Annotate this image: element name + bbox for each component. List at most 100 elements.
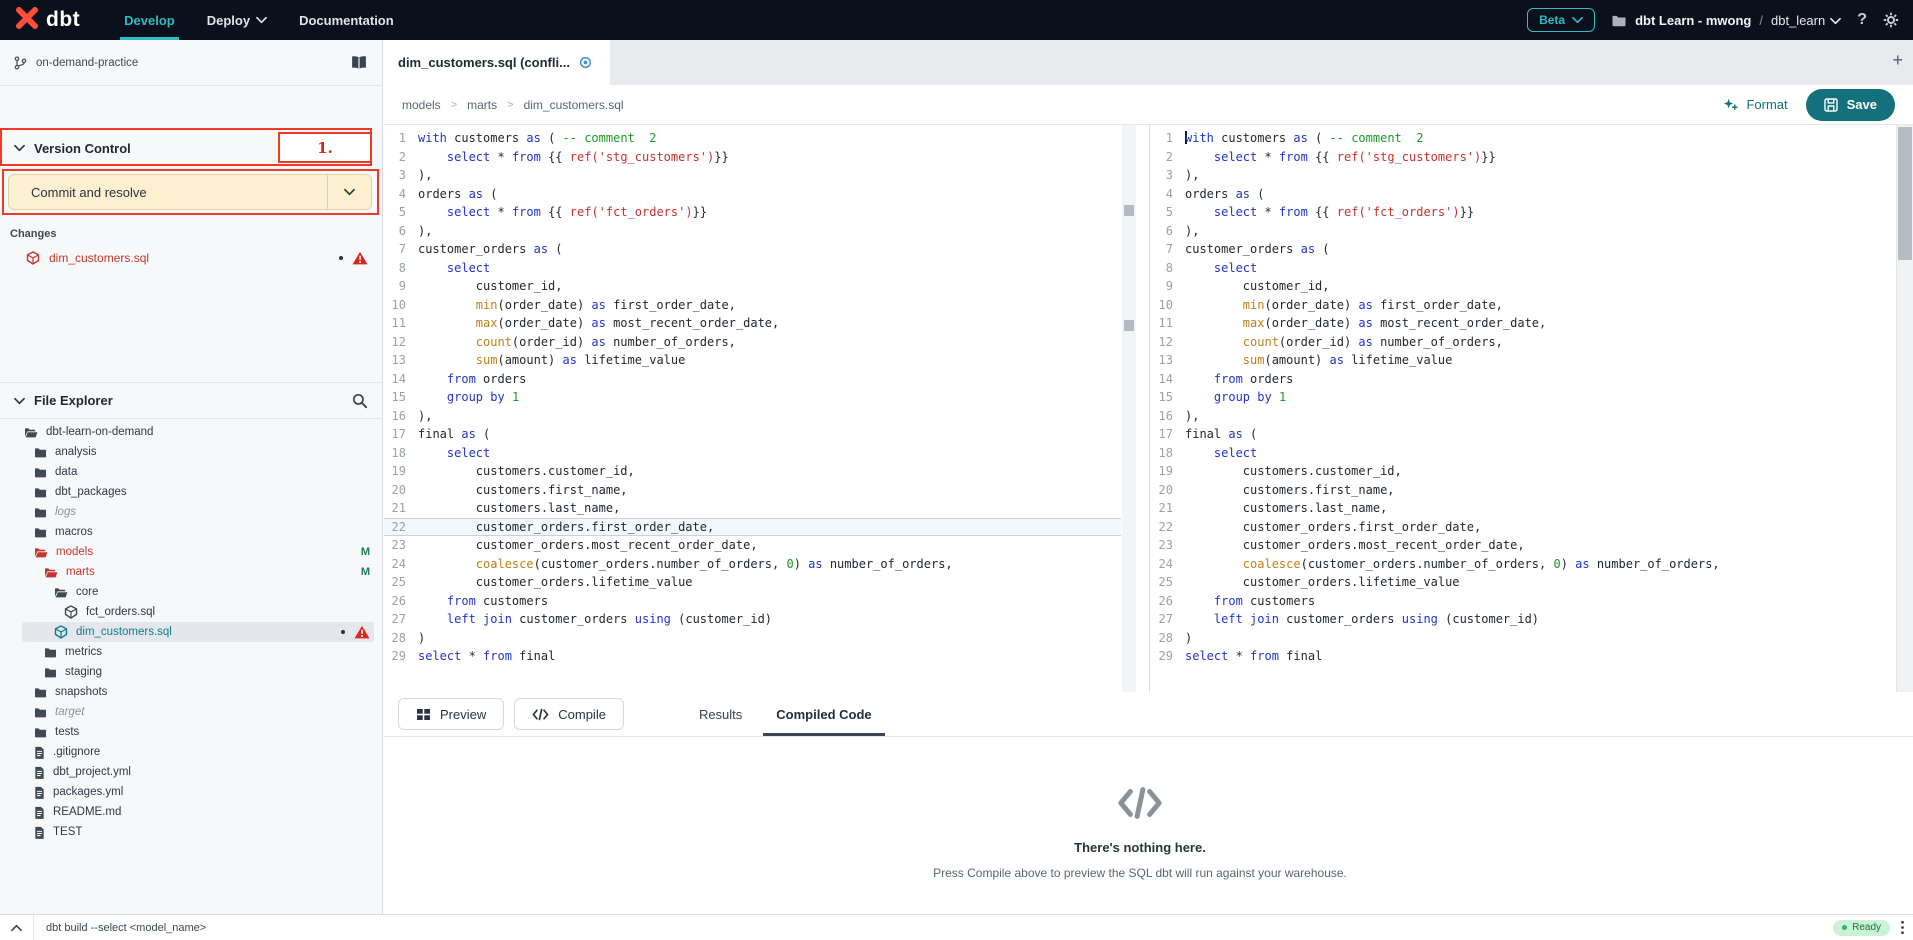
code-line[interactable]: 17final as ( xyxy=(1151,425,1896,444)
code-line[interactable]: 3), xyxy=(384,166,1121,185)
code-line[interactable]: 1with customers as ( -- comment 2 xyxy=(1151,129,1896,148)
code-line[interactable]: 19 customers.customer_id, xyxy=(384,462,1121,481)
branch-row[interactable]: on-demand-practice xyxy=(0,40,382,86)
code-line[interactable]: 20 customers.first_name, xyxy=(384,481,1121,500)
docs-book-icon[interactable] xyxy=(350,55,368,70)
code-line[interactable]: 4orders as ( xyxy=(1151,185,1896,204)
new-tab-button[interactable]: + xyxy=(1892,50,1903,71)
help-icon[interactable]: ? xyxy=(1857,11,1867,29)
file-tree-item-dbt-learn-on-demand[interactable]: dbt-learn-on-demand xyxy=(0,422,382,442)
breadcrumb-item-models[interactable]: models xyxy=(402,98,441,112)
code-line[interactable]: 21 customers.last_name, xyxy=(1151,499,1896,518)
breadcrumb-item-marts[interactable]: marts xyxy=(467,98,497,112)
gear-icon[interactable] xyxy=(1883,12,1899,28)
editor-annotation-strip[interactable] xyxy=(1122,125,1136,692)
code-line[interactable]: 5 select * from {{ ref('fct_orders')}} xyxy=(384,203,1121,222)
search-icon[interactable] xyxy=(352,393,368,409)
file-tree-item-macros[interactable]: macros xyxy=(0,522,382,542)
file-tree-item-dim_customers.sql[interactable]: dim_customers.sql xyxy=(0,622,382,642)
code-line[interactable]: 6), xyxy=(1151,222,1896,241)
editor-scrollbar[interactable] xyxy=(1896,125,1913,692)
tab-results[interactable]: Results xyxy=(682,692,759,736)
code-line[interactable]: 22 customer_orders.first_order_date, xyxy=(384,518,1121,537)
code-pane-right[interactable]: 1with customers as ( -- comment 22 selec… xyxy=(1151,125,1896,692)
nav-item-documentation[interactable]: Documentation xyxy=(283,0,410,40)
code-line[interactable]: 8 select xyxy=(384,259,1121,278)
code-line[interactable]: 20 customers.first_name, xyxy=(1151,481,1896,500)
code-line[interactable]: 10 min(order_date) as first_order_date, xyxy=(1151,296,1896,315)
code-line[interactable]: 19 customers.customer_id, xyxy=(1151,462,1896,481)
code-line[interactable]: 9 customer_id, xyxy=(384,277,1121,296)
code-line[interactable]: 18 select xyxy=(1151,444,1896,463)
code-line[interactable]: 2 select * from {{ ref('stg_customers')}… xyxy=(384,148,1121,167)
save-button[interactable]: Save xyxy=(1806,89,1895,121)
code-line[interactable]: 4orders as ( xyxy=(384,185,1121,204)
code-line[interactable]: 28) xyxy=(1151,629,1896,648)
beta-dropdown[interactable]: Beta xyxy=(1527,8,1595,32)
commit-and-resolve-button[interactable]: Commit and resolve xyxy=(8,174,372,210)
dbt-logo[interactable]: dbt xyxy=(14,5,80,36)
command-input[interactable]: dbt build --select <model_name> xyxy=(46,922,206,934)
code-line[interactable]: 25 customer_orders.lifetime_value xyxy=(1151,573,1896,592)
file-tree-item-data[interactable]: data xyxy=(0,462,382,482)
file-tree-item-marts[interactable]: martsM xyxy=(0,562,382,582)
code-line[interactable]: 1with customers as ( -- comment 2 xyxy=(384,129,1121,148)
code-line[interactable]: 13 sum(amount) as lifetime_value xyxy=(1151,351,1896,370)
code-line[interactable]: 6), xyxy=(384,222,1121,241)
code-line[interactable]: 24 coalesce(customer_orders.number_of_or… xyxy=(1151,555,1896,574)
code-line[interactable]: 13 sum(amount) as lifetime_value xyxy=(384,351,1121,370)
code-line[interactable]: 29select * from final xyxy=(384,647,1121,666)
code-line[interactable]: 3), xyxy=(1151,166,1896,185)
code-line[interactable]: 11 max(order_date) as most_recent_order_… xyxy=(1151,314,1896,333)
code-line[interactable]: 16), xyxy=(1151,407,1896,426)
file-tree-item-fct_orders.sql[interactable]: fct_orders.sql xyxy=(0,602,382,622)
compile-button[interactable]: Compile xyxy=(514,698,624,730)
code-line[interactable]: 26 from customers xyxy=(384,592,1121,611)
code-line[interactable]: 23 customer_orders.most_recent_order_dat… xyxy=(1151,536,1896,555)
code-line[interactable]: 21 customers.last_name, xyxy=(384,499,1121,518)
file-tree-item-snapshots[interactable]: snapshots xyxy=(0,682,382,702)
nav-item-deploy[interactable]: Deploy xyxy=(191,0,283,40)
project-dropdown[interactable]: dbt_learn xyxy=(1771,13,1841,28)
file-tree-item-README.md[interactable]: README.md xyxy=(0,802,382,822)
commit-options-dropdown[interactable] xyxy=(327,175,371,209)
code-line[interactable]: 16), xyxy=(384,407,1121,426)
code-line[interactable]: 26 from customers xyxy=(1151,592,1896,611)
file-tree-item-target[interactable]: target xyxy=(0,702,382,722)
file-tree-item-dbt_packages[interactable]: dbt_packages xyxy=(0,482,382,502)
code-line[interactable]: 11 max(order_date) as most_recent_order_… xyxy=(384,314,1121,333)
code-line[interactable]: 10 min(order_date) as first_order_date, xyxy=(384,296,1121,315)
file-tree-item-metrics[interactable]: metrics xyxy=(0,642,382,662)
code-line[interactable]: 28) xyxy=(384,629,1121,648)
code-line[interactable]: 24 coalesce(customer_orders.number_of_or… xyxy=(384,555,1121,574)
code-line[interactable]: 23 customer_orders.most_recent_order_dat… xyxy=(384,536,1121,555)
code-line[interactable]: 7customer_orders as ( xyxy=(1151,240,1896,259)
file-tree-item-logs[interactable]: logs xyxy=(0,502,382,522)
code-line[interactable]: 8 select xyxy=(1151,259,1896,278)
code-line[interactable]: 27 left join customer_orders using (cust… xyxy=(1151,610,1896,629)
code-line[interactable]: 14 from orders xyxy=(1151,370,1896,389)
file-tree-item-analysis[interactable]: analysis xyxy=(0,442,382,462)
code-line[interactable]: 18 select xyxy=(384,444,1121,463)
kebab-menu-icon[interactable] xyxy=(1900,920,1905,935)
code-line[interactable]: 22 customer_orders.first_order_date, xyxy=(1151,518,1896,537)
code-line[interactable]: 12 count(order_id) as number_of_orders, xyxy=(384,333,1121,352)
code-line[interactable]: 27 left join customer_orders using (cust… xyxy=(384,610,1121,629)
file-explorer-header[interactable]: File Explorer xyxy=(0,382,382,419)
code-line[interactable]: 2 select * from {{ ref('stg_customers')}… xyxy=(1151,148,1896,167)
code-line[interactable]: 25 customer_orders.lifetime_value xyxy=(384,573,1121,592)
code-pane-left[interactable]: 1with customers as ( -- comment 22 selec… xyxy=(384,125,1121,692)
code-line[interactable]: 15 group by 1 xyxy=(384,388,1121,407)
file-tree-item-dbt_project.yml[interactable]: dbt_project.yml xyxy=(0,762,382,782)
nav-item-develop[interactable]: Develop xyxy=(108,0,191,40)
changed-file-dim_customers.sql[interactable]: dim_customers.sql xyxy=(0,247,382,269)
code-line[interactable]: 29select * from final xyxy=(1151,647,1896,666)
expand-command-bar-button[interactable] xyxy=(0,915,34,940)
code-line[interactable]: 14 from orders xyxy=(384,370,1121,389)
format-button[interactable]: Format xyxy=(1723,97,1787,112)
file-tree-item-staging[interactable]: staging xyxy=(0,662,382,682)
file-tree-item-packages.yml[interactable]: packages.yml xyxy=(0,782,382,802)
file-tree-item-.gitignore[interactable]: .gitignore xyxy=(0,742,382,762)
code-line[interactable]: 15 group by 1 xyxy=(1151,388,1896,407)
breadcrumb-item-dim_customers.sql[interactable]: dim_customers.sql xyxy=(524,98,624,112)
